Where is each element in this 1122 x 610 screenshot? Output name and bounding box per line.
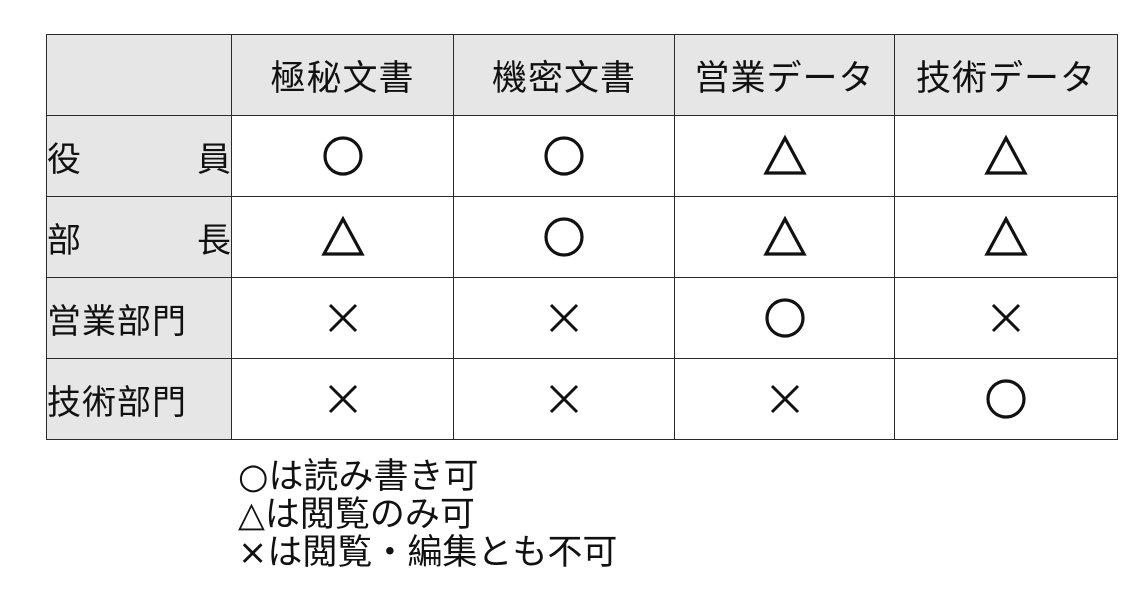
column-header-confidential: 機密文書 bbox=[453, 34, 675, 116]
column-header-sales-data: 営業データ bbox=[674, 34, 895, 116]
legend-no-access: ×は閲覧・編集とも不可 bbox=[238, 533, 618, 573]
row-header-sales-dept: 営業部門 bbox=[46, 277, 232, 359]
mark-cell bbox=[231, 277, 454, 359]
row-header-tech-dept: 技術部門 bbox=[46, 358, 232, 440]
mark-cell bbox=[894, 277, 1118, 359]
triangle-icon bbox=[984, 134, 1028, 175]
triangle-icon bbox=[762, 134, 807, 175]
table-row: 営業部門 bbox=[46, 277, 1118, 359]
mark-cell bbox=[674, 358, 895, 440]
circle-icon bbox=[986, 379, 1026, 419]
cross-icon bbox=[549, 384, 579, 414]
triangle-icon bbox=[984, 215, 1028, 256]
table-row: 部 長 bbox=[46, 196, 1118, 278]
cross-icon bbox=[991, 303, 1021, 333]
cross-icon bbox=[549, 303, 579, 333]
circle-icon bbox=[322, 136, 363, 176]
access-permission-table: 極秘文書 機密文書 営業データ 技術データ 役 員 部 長 営業部門 技術部門 bbox=[46, 34, 1118, 440]
row-header-managers: 部 長 bbox=[46, 196, 232, 278]
table-row: 役 員 bbox=[46, 115, 1118, 197]
circle-icon bbox=[764, 298, 805, 338]
cross-icon bbox=[328, 384, 357, 414]
mark-cell bbox=[453, 115, 675, 197]
mark-cell bbox=[894, 196, 1118, 278]
circle-icon bbox=[544, 136, 584, 176]
mark-cell bbox=[231, 196, 454, 278]
column-header-tech-data: 技術データ bbox=[894, 34, 1118, 116]
cross-icon bbox=[328, 303, 357, 333]
circle-icon bbox=[544, 217, 584, 257]
mark-cell bbox=[674, 115, 895, 197]
mark-cell bbox=[231, 115, 454, 197]
legend-read-write: ○は読み書き可 bbox=[238, 457, 479, 497]
mark-cell bbox=[453, 277, 675, 359]
mark-cell bbox=[674, 277, 895, 359]
triangle-icon bbox=[762, 215, 807, 256]
table-row: 技術部門 bbox=[46, 358, 1118, 440]
triangle-icon bbox=[320, 215, 365, 256]
legend-view-only: △は閲覧のみ可 bbox=[238, 495, 475, 535]
mark-cell bbox=[674, 196, 895, 278]
mark-cell bbox=[453, 358, 675, 440]
legend: ○は読み書き可 △は閲覧のみ可 ×は閲覧・編集とも不可 bbox=[238, 458, 617, 572]
row-header-executives: 役 員 bbox=[46, 115, 232, 197]
corner-cell bbox=[46, 34, 232, 116]
mark-cell bbox=[894, 115, 1118, 197]
mark-cell bbox=[894, 358, 1118, 440]
cross-icon bbox=[770, 384, 799, 414]
header-row: 極秘文書 機密文書 営業データ 技術データ bbox=[46, 34, 1118, 116]
column-header-top-secret: 極秘文書 bbox=[231, 34, 454, 116]
mark-cell bbox=[453, 196, 675, 278]
mark-cell bbox=[231, 358, 454, 440]
